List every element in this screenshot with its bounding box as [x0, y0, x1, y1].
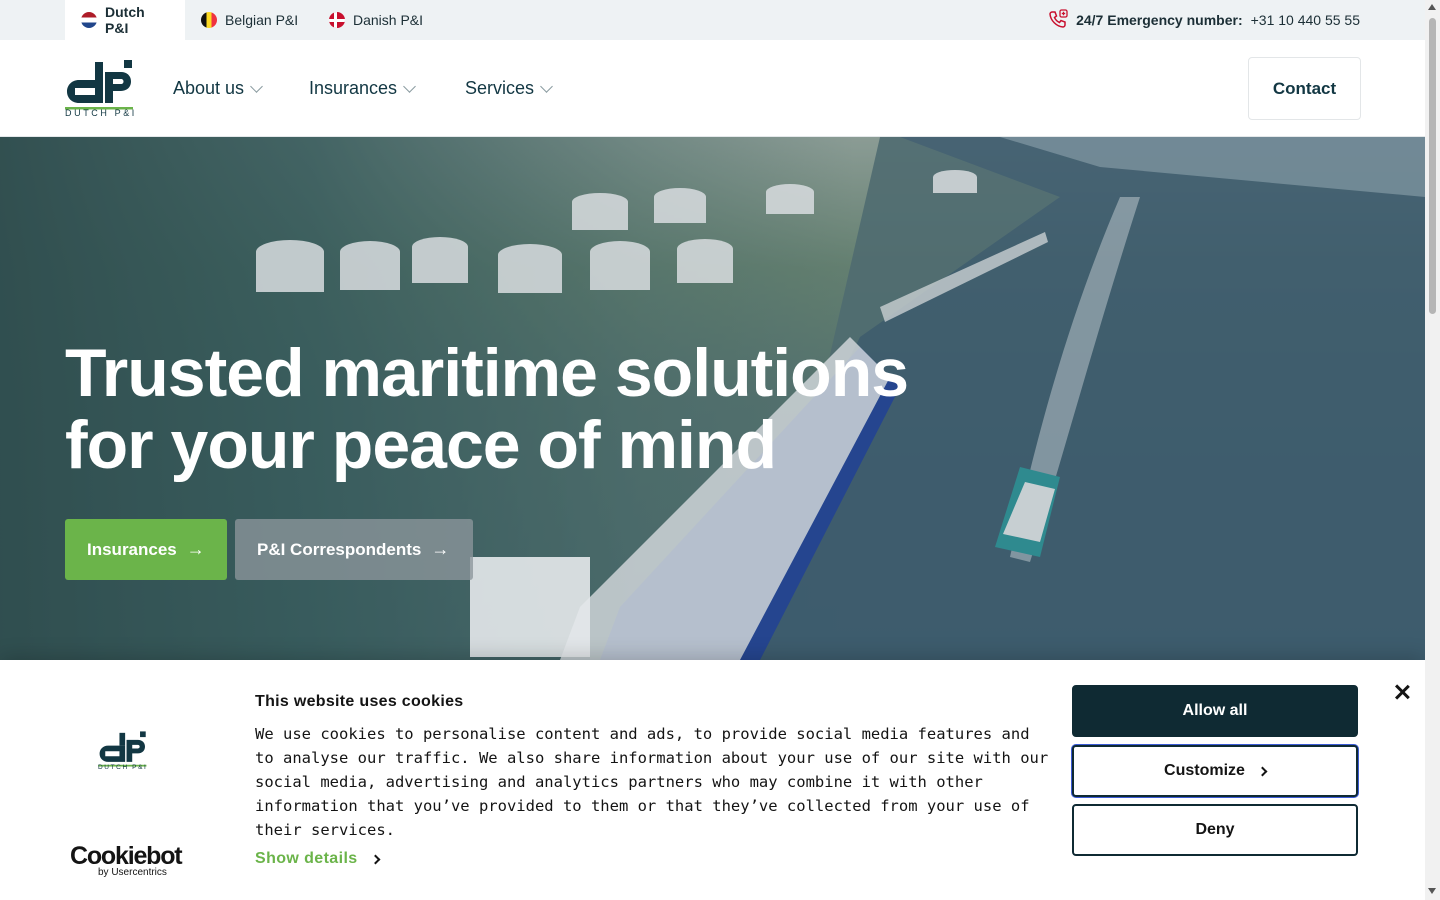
show-details-label: Show details — [255, 850, 358, 867]
main-header: DUTCH P&I About us Insurances Services C… — [0, 40, 1425, 137]
nav-label: About us — [173, 78, 245, 98]
cookiebot-logo[interactable]: Cookiebot by Usercentrics — [70, 842, 183, 878]
site-tab-danish[interactable]: Danish P&I — [313, 0, 439, 40]
scroll-down-arrow-icon[interactable] — [1428, 888, 1436, 894]
nav-services[interactable]: Services — [465, 78, 553, 99]
chevron-down-icon — [540, 79, 553, 93]
emergency-contact[interactable]: 24/7 Emergency number: +31 10 440 55 55 — [1048, 0, 1360, 40]
deny-button[interactable]: Deny — [1072, 804, 1358, 856]
site-tab-label: Danish P&I — [353, 12, 424, 28]
nav-label: Services — [465, 78, 535, 98]
scroll-up-arrow-icon[interactable] — [1428, 4, 1436, 10]
site-switcher-bar: Dutch P&I Belgian P&I Danish P&I 24/7 Em… — [0, 0, 1425, 40]
button-label: Insurances — [87, 539, 177, 559]
scrollbar-thumb[interactable] — [1429, 18, 1436, 314]
cookiebot-by: by Usercentrics — [98, 867, 167, 878]
cookie-consent-banner: DUTCH P&I Cookiebot by Usercentrics This… — [0, 660, 1425, 900]
button-label: Allow all — [1182, 702, 1248, 719]
chevron-down-icon — [250, 79, 263, 93]
site-tab-dutch[interactable]: Dutch P&I — [65, 0, 185, 40]
cookie-title: This website uses cookies — [255, 693, 464, 710]
emergency-label: 24/7 Emergency number: — [1076, 12, 1243, 28]
button-label: P&I Correspondents — [257, 539, 422, 559]
denmark-flag-icon — [329, 12, 345, 28]
customize-button[interactable]: Customize — [1072, 745, 1358, 797]
nav-about-us[interactable]: About us — [173, 78, 263, 99]
emergency-number[interactable]: +31 10 440 55 55 — [1251, 12, 1360, 28]
nav-label: Insurances — [309, 78, 398, 98]
close-icon[interactable] — [1392, 682, 1412, 702]
cookie-description: We use cookies to personalise content an… — [255, 725, 1049, 839]
site-tab-label: Dutch P&I — [105, 4, 145, 36]
hero-title: Trusted maritime solutions for your peac… — [65, 337, 965, 481]
show-details-link[interactable]: Show details — [255, 850, 381, 868]
button-label: Deny — [1195, 821, 1235, 838]
button-label: Customize — [1164, 762, 1245, 779]
hero-title-line-2: for your peace of mind — [65, 407, 777, 483]
contact-button[interactable]: Contact — [1248, 57, 1361, 120]
chevron-down-icon — [403, 79, 416, 93]
phone-medical-icon — [1048, 8, 1068, 32]
pi-correspondents-button[interactable]: P&I Correspondents → — [235, 519, 473, 580]
site-tab-belgian[interactable]: Belgian P&I — [185, 0, 314, 40]
nav-insurances[interactable]: Insurances — [309, 78, 416, 99]
hero-section: Trusted maritime solutions for your peac… — [0, 137, 1425, 660]
insurances-button[interactable]: Insurances → — [65, 519, 227, 580]
cookiebot-name: Cookiebot — [70, 842, 183, 870]
logo-text: DUTCH P&I — [98, 764, 148, 771]
site-tab-label: Belgian P&I — [225, 12, 299, 28]
chevron-right-icon — [370, 854, 381, 864]
netherlands-flag-icon — [81, 12, 97, 28]
belgium-flag-icon — [201, 12, 217, 28]
logo-text: DUTCH P&I — [65, 108, 137, 118]
arrow-right-icon: → — [186, 539, 205, 559]
page-scrollbar[interactable] — [1425, 0, 1440, 900]
chevron-right-icon — [1257, 766, 1268, 776]
arrow-right-icon: → — [431, 539, 450, 559]
allow-all-button[interactable]: Allow all — [1072, 685, 1358, 737]
hero-title-line-1: Trusted maritime solutions — [65, 335, 909, 411]
